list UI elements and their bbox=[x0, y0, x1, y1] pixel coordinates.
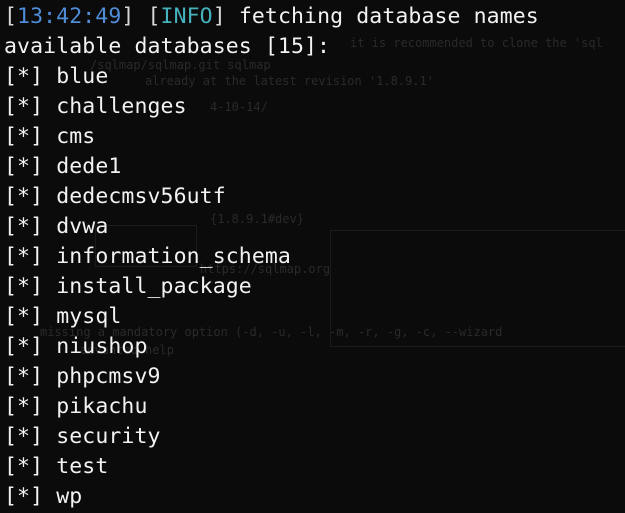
database-list-item: [*] blue bbox=[4, 62, 619, 92]
bullet-marker: [*] bbox=[4, 484, 44, 509]
bullet-marker: [*] bbox=[4, 154, 44, 179]
timestamp-bracket-open: [ bbox=[4, 4, 18, 29]
database-list-item: [*] cms bbox=[4, 122, 619, 152]
database-name: test bbox=[56, 454, 109, 479]
level-bracket-open: [ bbox=[147, 4, 161, 29]
database-name: install_package bbox=[56, 274, 252, 299]
log-line-fetching: [13:42:49] [INFO] fetching database name… bbox=[4, 2, 619, 32]
database-list-item: [*] phpcmsv9 bbox=[4, 362, 619, 392]
log-message: fetching database names bbox=[238, 4, 539, 29]
timestamp: 13:42:49 bbox=[17, 4, 122, 29]
bullet-marker: [*] bbox=[4, 124, 44, 149]
bullet-marker: [*] bbox=[4, 184, 44, 209]
database-name: pikachu bbox=[56, 394, 148, 419]
database-list-item: [*] install_package bbox=[4, 272, 619, 302]
database-list-item: [*] dvwa bbox=[4, 212, 619, 242]
database-name: dede1 bbox=[56, 154, 122, 179]
database-name: dedecmsv56utf bbox=[56, 184, 226, 209]
database-list-item: [*] mysql bbox=[4, 302, 619, 332]
database-name: phpcmsv9 bbox=[56, 364, 161, 389]
terminal-output: [13:42:49] [INFO] fetching database name… bbox=[4, 2, 619, 512]
database-name: mysql bbox=[56, 304, 122, 329]
database-list-item: [*] dede1 bbox=[4, 152, 619, 182]
database-name: security bbox=[56, 424, 161, 449]
bullet-marker: [*] bbox=[4, 304, 44, 329]
database-list-item: [*] information_schema bbox=[4, 242, 619, 272]
terminal-window: it is recommended to clone the 'sql /sql… bbox=[0, 0, 625, 513]
database-name: cms bbox=[56, 124, 96, 149]
bullet-marker: [*] bbox=[4, 334, 44, 359]
database-list-item: [*] dedecmsv56utf bbox=[4, 182, 619, 212]
database-list-item: [*] challenges bbox=[4, 92, 619, 122]
database-list-item: [*] niushop bbox=[4, 332, 619, 362]
bullet-marker: [*] bbox=[4, 244, 44, 269]
database-name: wp bbox=[56, 484, 83, 509]
log-level: INFO bbox=[160, 4, 213, 29]
database-name: niushop bbox=[56, 334, 148, 359]
database-list-item: [*] wp bbox=[4, 482, 619, 512]
bullet-marker: [*] bbox=[4, 424, 44, 449]
database-list-item: [*] security bbox=[4, 422, 619, 452]
bullet-marker: [*] bbox=[4, 214, 44, 239]
database-name: information_schema bbox=[56, 244, 291, 269]
database-name: blue bbox=[56, 64, 109, 89]
database-name: challenges bbox=[56, 94, 187, 119]
database-list-item: [*] test bbox=[4, 452, 619, 482]
bullet-marker: [*] bbox=[4, 364, 44, 389]
database-list-item: [*] pikachu bbox=[4, 392, 619, 422]
bullet-marker: [*] bbox=[4, 274, 44, 299]
bullet-marker: [*] bbox=[4, 454, 44, 479]
timestamp-bracket-close: ] bbox=[121, 4, 135, 29]
database-list: [*] blue [*] challenges [*] cms [*] dede1 [*… bbox=[4, 62, 619, 512]
level-bracket-close: ] bbox=[212, 4, 226, 29]
database-name: dvwa bbox=[56, 214, 109, 239]
bullet-marker: [*] bbox=[4, 94, 44, 119]
summary-line: available databases [15]: bbox=[4, 34, 331, 59]
bullet-marker: [*] bbox=[4, 394, 44, 419]
bullet-marker: [*] bbox=[4, 64, 44, 89]
